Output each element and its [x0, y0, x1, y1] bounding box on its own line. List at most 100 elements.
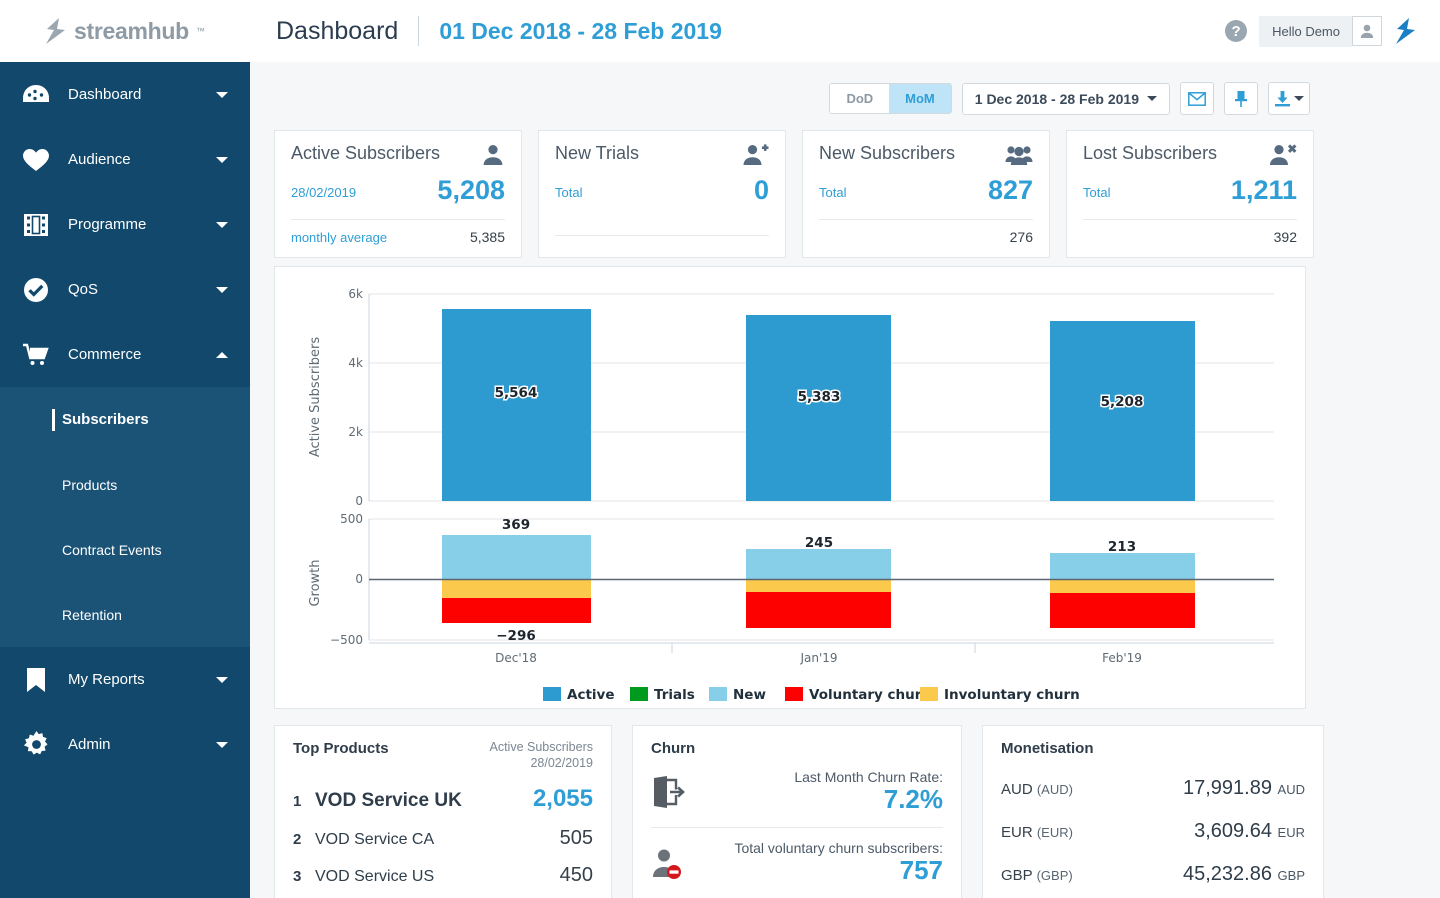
legend-swatch-new — [709, 687, 727, 701]
bar-active-feb19 — [1050, 321, 1195, 501]
product-name: VOD Service UK — [315, 790, 533, 812]
avatar[interactable] — [1352, 16, 1382, 46]
divider — [651, 827, 943, 828]
product-value: 2,055 — [533, 785, 593, 813]
xtick-label-jan19: Jan'19 — [799, 651, 837, 665]
date-range-picker[interactable]: 1 Dec 2018 - 28 Feb 2019 — [962, 83, 1170, 115]
legend-label-new: New — [733, 687, 766, 703]
currency-code: (AUD) — [1037, 782, 1073, 797]
streamhub-mark-icon[interactable] — [1394, 18, 1418, 44]
mom-button[interactable]: MoM — [889, 84, 951, 113]
bar-active-jan19 — [746, 315, 891, 501]
kpi-title: Active Subscribers — [291, 143, 440, 164]
product-rank: 1 — [293, 793, 315, 810]
app-logo[interactable]: streamhub ™ — [0, 18, 250, 45]
panel-title: Churn — [651, 740, 943, 757]
ytick-label: 6k — [348, 287, 363, 301]
sidebar-item-label: QoS — [68, 281, 216, 298]
currency-code: (GBP) — [1037, 868, 1073, 883]
sidebar-item-commerce[interactable]: Commerce — [0, 322, 250, 387]
sidebar-item-my-reports[interactable]: My Reports — [0, 647, 250, 712]
ytick-label: 2k — [348, 425, 363, 439]
sidebar-item-products[interactable]: Products — [0, 452, 250, 517]
help-icon[interactable]: ? — [1225, 20, 1247, 42]
pin-button[interactable] — [1224, 82, 1258, 115]
chevron-down-icon — [1294, 96, 1304, 101]
column-header-line1: Active Subscribers — [489, 740, 593, 756]
bottom-panels-row: Top Products Active Subscribers 28/02/20… — [274, 725, 1324, 898]
header-actions: ? Hello Demo — [1225, 16, 1440, 47]
kpi-card-lost-subscribers: Lost Subscribers Total 1,211 392 — [1066, 130, 1314, 258]
chevron-down-icon — [216, 222, 228, 228]
sidebar-item-retention[interactable]: Retention — [0, 582, 250, 647]
users-group-icon — [1005, 143, 1033, 167]
dod-button[interactable]: DoD — [830, 84, 889, 113]
panel-title: Monetisation — [1001, 740, 1305, 757]
user-icon — [481, 143, 505, 167]
email-report-button[interactable] — [1180, 82, 1214, 115]
bookmark-icon — [18, 667, 54, 693]
chevron-down-icon — [216, 742, 228, 748]
film-icon — [18, 213, 54, 237]
amount-value: 17,991.89 — [1183, 777, 1272, 799]
top-header-bar: streamhub ™ Dashboard 01 Dec 2018 - 28 F… — [0, 0, 1440, 62]
sidebar-item-label: Programme — [68, 216, 216, 233]
legend-swatch-involuntary — [920, 687, 938, 701]
amount-value: 45,232.86 — [1183, 863, 1272, 885]
bar-involuntary-jan19 — [746, 580, 891, 592]
subscribers-growth-chart[interactable]: .gl{stroke:#e4e6e8;stroke-width:1} .ax{s… — [275, 267, 1305, 708]
logo-text: streamhub — [74, 18, 189, 45]
monetisation-panel: Monetisation AUD (AUD) 17,991.89 AUD EUR… — [982, 725, 1324, 898]
sidebar-item-subscribers[interactable]: Subscribers — [0, 387, 250, 452]
bar-involuntary-dec18 — [442, 580, 591, 598]
table-row: GBP (GBP) 45,232.86 GBP — [1001, 863, 1305, 886]
sidebar-item-label: Dashboard — [68, 86, 216, 103]
sidebar-item-dashboard[interactable]: Dashboard — [0, 62, 250, 127]
kpi-value: 1,211 — [1231, 177, 1297, 204]
kpi-title: Lost Subscribers — [1083, 143, 1217, 164]
product-rank: 2 — [293, 831, 315, 848]
currency-amount: 3,609.64 EUR — [1194, 820, 1305, 843]
kpi-foot-value: 392 — [1274, 229, 1297, 245]
bar-label-active-feb19: 5,208 — [1101, 394, 1144, 410]
amount-unit: EUR — [1278, 825, 1305, 840]
table-row: EUR (EUR) 3,609.64 EUR — [1001, 820, 1305, 843]
list-item[interactable]: 3 VOD Service US 450 — [293, 864, 593, 887]
xtick-label-feb19: Feb'19 — [1102, 651, 1142, 665]
churn-rate-value: 7.2% — [707, 785, 943, 815]
subscribers-chart-panel: .gl{stroke:#e4e6e8;stroke-width:1} .ax{s… — [274, 266, 1306, 709]
download-button[interactable] — [1268, 82, 1310, 115]
growth-plot: 500 0 −500 Growth 369 245 213 — [308, 512, 1274, 665]
granularity-toggle: DoD MoM — [829, 83, 951, 114]
sidebar-item-qos[interactable]: QoS — [0, 257, 250, 322]
y-axis-label: Active Subscribers — [308, 337, 323, 458]
top-products-column-header: Active Subscribers 28/02/2019 — [489, 740, 593, 771]
list-item[interactable]: 2 VOD Service CA 505 — [293, 827, 593, 850]
chevron-down-icon — [216, 677, 228, 683]
sidebar-item-admin[interactable]: Admin — [0, 712, 250, 777]
chevron-down-icon — [216, 287, 228, 293]
legend-swatch-active — [543, 687, 561, 701]
legend-label-active: Active — [567, 687, 615, 703]
kpi-value: 0 — [754, 177, 769, 204]
kpi-sublabel: 28/02/2019 — [291, 185, 356, 204]
currency-label: GBP (GBP) — [1001, 867, 1073, 884]
sidebar-item-contract-events[interactable]: Contract Events — [0, 517, 250, 582]
product-value: 505 — [560, 827, 593, 850]
cart-icon — [18, 343, 54, 367]
panel-title: Top Products — [293, 740, 389, 757]
list-item[interactable]: 1 VOD Service UK 2,055 — [293, 785, 593, 813]
voluntary-churn-value: 757 — [707, 856, 943, 886]
sidebar-item-audience[interactable]: Audience — [0, 127, 250, 192]
kpi-card-active-subscribers: Active Subscribers 28/02/2019 5,208 mont… — [274, 130, 522, 258]
sidebar-item-programme[interactable]: Programme — [0, 192, 250, 257]
churn-rate-row: Last Month Churn Rate: 7.2% — [651, 769, 943, 815]
xtick-label-dec18: Dec'18 — [495, 651, 537, 665]
commerce-submenu: Subscribers Products Contract Events Ret… — [0, 387, 250, 647]
legend-label-voluntary: Voluntary churn — [809, 687, 931, 703]
bar-voluntary-jan19 — [746, 592, 891, 628]
user-menu[interactable]: Hello Demo — [1259, 16, 1382, 47]
heart-icon — [18, 148, 54, 172]
envelope-icon — [1188, 92, 1206, 106]
exit-door-icon — [651, 775, 707, 809]
